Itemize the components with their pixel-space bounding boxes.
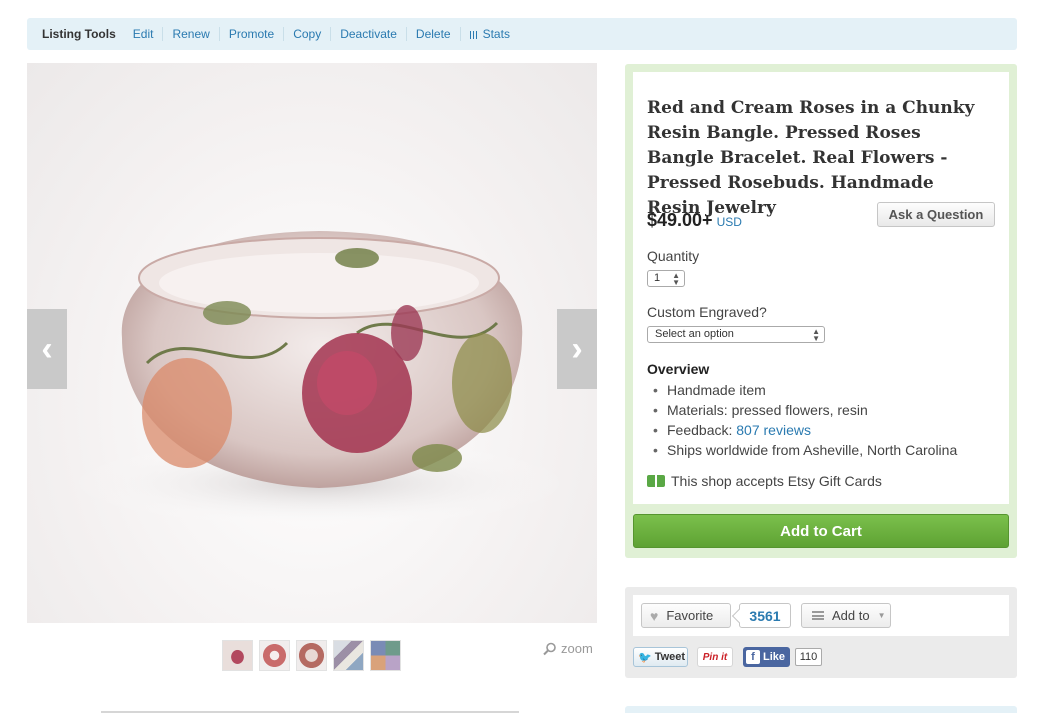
chevron-left-icon: ‹ (41, 330, 53, 368)
delete-link[interactable]: Delete (405, 27, 460, 41)
stats-icon (469, 31, 478, 39)
thumbnail-5[interactable] (370, 640, 401, 671)
overview-heading: Overview (647, 361, 710, 377)
gift-card-text: This shop accepts Etsy Gift Cards (671, 473, 882, 489)
buy-box: Red and Cream Roses in a Chunky Resin Ba… (625, 64, 1017, 558)
price-value: $49.00+ (647, 210, 713, 230)
overview-item: Materials: pressed flowers, resin (647, 400, 957, 420)
social-box-inner: ♥ Favorite 3561 Add to ▼ (633, 595, 1009, 636)
chevron-right-icon: › (571, 330, 583, 368)
pin-it-button[interactable]: Pin it (697, 647, 733, 667)
prev-photo-button[interactable]: ‹ (27, 309, 67, 389)
price: $49.00+ USD (647, 210, 742, 231)
add-to-cart-button[interactable]: Add to Cart (633, 514, 1009, 548)
resin-bangle-image (69, 231, 569, 528)
stats-link[interactable]: Stats (459, 27, 519, 41)
overview-item: Handmade item (647, 380, 957, 400)
renew-link[interactable]: Renew (162, 27, 218, 41)
custom-engraved-value: Select an option (655, 328, 734, 340)
gift-card-icon (647, 475, 665, 487)
quantity-label: Quantity (647, 248, 700, 264)
listing-tools-bar: Listing Tools Edit Renew Promote Copy De… (27, 18, 1017, 50)
gift-card-note: This shop accepts Etsy Gift Cards (647, 473, 882, 489)
zoom-link[interactable]: zoom (543, 641, 593, 656)
feedback-label: Feedback: (667, 422, 733, 438)
overview-item: Ships worldwide from Asheville, North Ca… (647, 440, 957, 460)
tweet-label: Tweet (654, 651, 686, 663)
next-section-box (625, 706, 1017, 713)
buy-box-inner: Red and Cream Roses in a Chunky Resin Ba… (633, 72, 1009, 504)
like-label: Like (763, 651, 786, 663)
promote-link[interactable]: Promote (218, 27, 283, 41)
chevron-down-icon: ▼ (877, 611, 886, 620)
reviews-link[interactable]: 807 reviews (736, 422, 811, 438)
social-box: ♥ Favorite 3561 Add to ▼ 🐦 Tweet Pin it f Li… (625, 587, 1017, 678)
add-to-label: Add to (832, 608, 870, 623)
copy-link[interactable]: Copy (283, 27, 330, 41)
twitter-bird-icon: 🐦 (638, 651, 652, 664)
thumbnail-4[interactable] (333, 640, 364, 671)
zoom-label: zoom (561, 641, 593, 656)
tweet-button[interactable]: 🐦 Tweet (633, 647, 688, 667)
facebook-like-count: 110 (795, 648, 822, 666)
overview-list: Handmade item Materials: pressed flowers… (647, 380, 957, 460)
deactivate-link[interactable]: Deactivate (330, 27, 406, 41)
next-photo-button[interactable]: › (557, 309, 597, 389)
custom-engraved-select[interactable]: Select an option ▲ ▼ (647, 326, 825, 343)
listing-tools-label: Listing Tools (42, 27, 116, 41)
thumbnail-3[interactable] (296, 640, 327, 671)
list-icon (812, 611, 824, 620)
heart-icon: ♥ (650, 607, 659, 624)
currency-link[interactable]: USD (717, 215, 742, 229)
magnifier-icon (543, 642, 556, 655)
edit-link[interactable]: Edit (124, 27, 163, 41)
favorite-label: Favorite (666, 608, 714, 623)
quantity-select[interactable]: 1 ▲ ▼ (647, 270, 685, 287)
thumbnail-1[interactable] (222, 640, 253, 671)
select-arrows-icon: ▲ ▼ (672, 271, 680, 287)
custom-engraved-label: Custom Engraved? (647, 304, 767, 320)
add-to-list-button[interactable]: Add to ▼ (801, 603, 891, 628)
facebook-icon: f (746, 650, 760, 664)
thumbnail-strip (222, 640, 401, 671)
listing-photo[interactable]: ‹ › (27, 63, 597, 623)
stats-label: Stats (482, 27, 510, 41)
overview-item-feedback: Feedback: 807 reviews (647, 420, 957, 440)
favorite-count[interactable]: 3561 (739, 603, 791, 628)
ask-question-button[interactable]: Ask a Question (877, 202, 995, 227)
facebook-like-button[interactable]: f Like (743, 647, 790, 667)
select-arrows-icon: ▲ ▼ (812, 327, 820, 343)
quantity-value: 1 (654, 272, 661, 284)
thumbnail-2[interactable] (259, 640, 290, 671)
favorite-button[interactable]: ♥ Favorite (641, 603, 731, 628)
